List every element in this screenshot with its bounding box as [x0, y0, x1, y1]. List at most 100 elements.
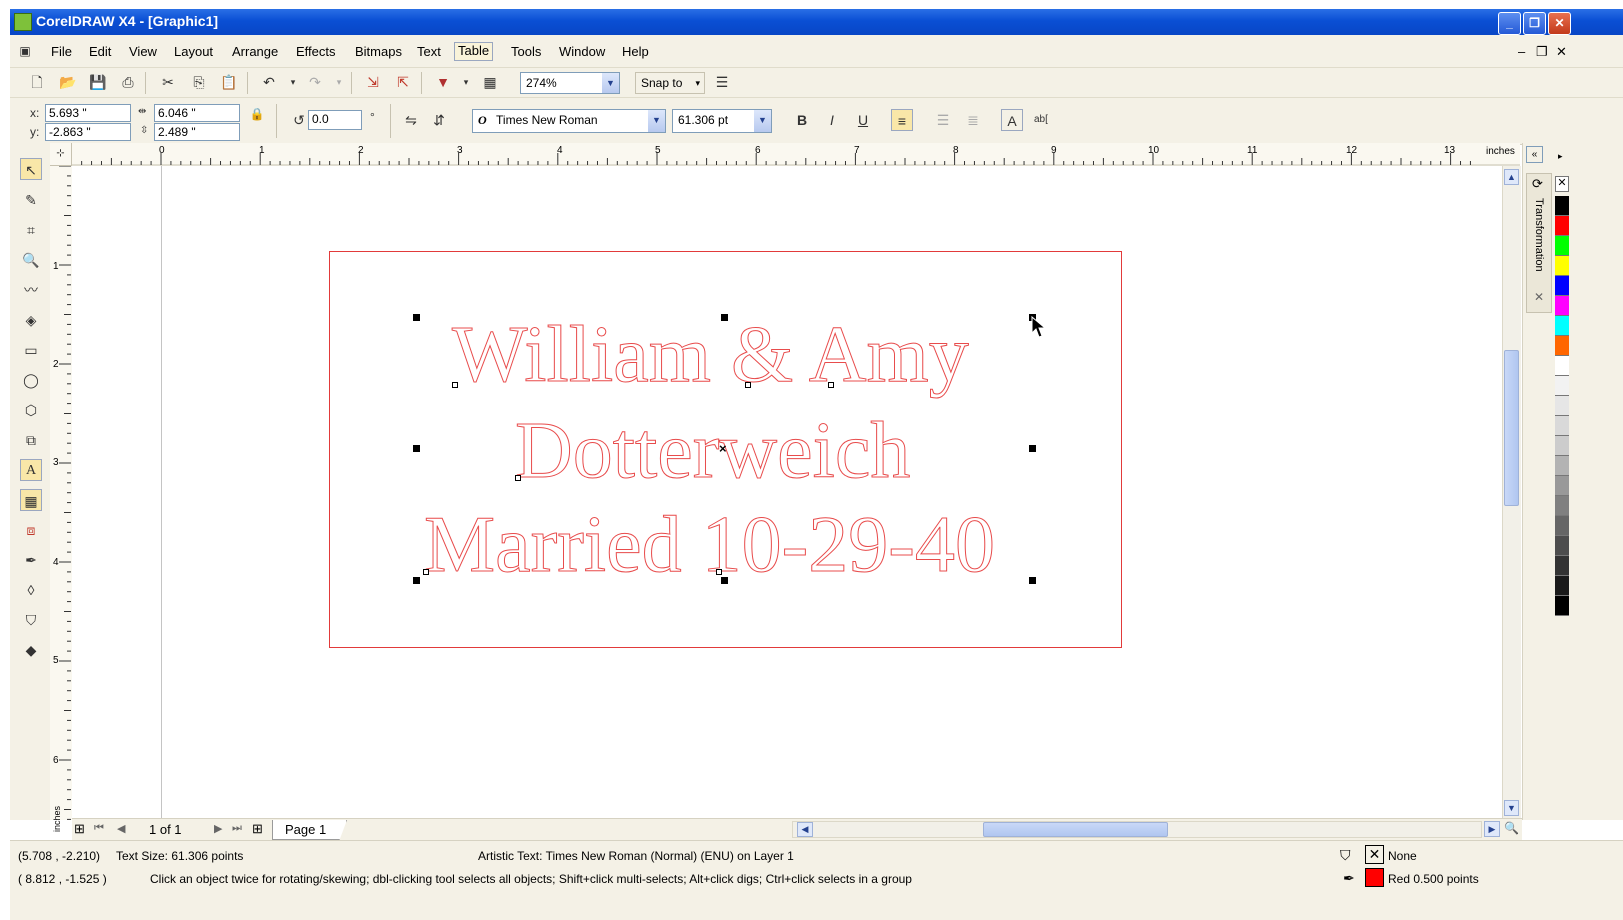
palette-color-swatch[interactable]	[1555, 596, 1569, 616]
basic-shapes-tool-icon[interactable]: ⧉	[20, 429, 42, 451]
rotation-angle-input[interactable]: 0.0	[308, 110, 362, 130]
last-page-icon[interactable]: ⏭	[232, 822, 242, 835]
text-node[interactable]	[515, 475, 521, 481]
add-page-after-icon[interactable]: ⊞	[252, 821, 263, 837]
palette-color-swatch[interactable]	[1555, 476, 1569, 496]
palette-color-swatch[interactable]	[1555, 276, 1569, 296]
launcher-dropdown-icon[interactable]: ▾	[455, 71, 477, 93]
palette-color-swatch[interactable]	[1555, 496, 1569, 516]
page-tab[interactable]: Page 1	[272, 820, 347, 840]
horizontal-alignment-icon[interactable]: ≡	[891, 109, 913, 131]
table-tool-icon[interactable]: ▦	[20, 489, 42, 511]
palette-color-swatch[interactable]	[1555, 416, 1569, 436]
palette-color-swatch[interactable]	[1555, 336, 1569, 356]
vertical-scroll-thumb[interactable]	[1504, 350, 1519, 506]
scroll-down-icon[interactable]: ▼	[1504, 800, 1519, 816]
font-list-combo[interactable]: O Times New Roman ▼	[472, 109, 666, 133]
previous-page-icon[interactable]: ◀	[117, 822, 125, 835]
ellipse-tool-icon[interactable]: ◯	[20, 369, 42, 391]
menu-arrange[interactable]: Arrange	[232, 44, 278, 59]
chevron-down-icon[interactable]: ▼	[754, 110, 771, 132]
copy-icon[interactable]: ⎘	[188, 71, 210, 93]
horizontal-scroll-thumb[interactable]	[983, 822, 1168, 837]
vertical-scrollbar[interactable]: ▲ ▼	[1502, 166, 1521, 820]
outline-color-swatch[interactable]	[1365, 868, 1384, 887]
crop-tool-icon[interactable]: ⌗	[20, 219, 42, 241]
doc-minimize-button[interactable]: –	[1518, 44, 1525, 59]
menu-text[interactable]: Text	[417, 44, 441, 59]
palette-color-swatch[interactable]	[1555, 576, 1569, 596]
text-line-william-amy[interactable]: William & Amy	[452, 310, 970, 401]
palette-color-swatch[interactable]	[1555, 376, 1569, 396]
text-node[interactable]	[423, 569, 429, 575]
coreldraw-app-icon[interactable]	[14, 13, 32, 31]
menu-file[interactable]: File	[51, 44, 72, 59]
palette-color-swatch[interactable]	[1555, 396, 1569, 416]
edit-text-icon[interactable]: A	[1001, 109, 1023, 131]
scroll-left-icon[interactable]: ◀	[797, 822, 813, 837]
palette-color-swatch[interactable]	[1555, 436, 1569, 456]
menu-bitmaps[interactable]: Bitmaps	[355, 44, 402, 59]
redo-icon[interactable]: ↷	[304, 71, 326, 93]
paste-icon[interactable]: 📋	[218, 71, 240, 93]
selection-handle-bottom-right[interactable]	[1029, 577, 1036, 584]
lock-ratio-icon[interactable]: 🔒	[246, 103, 268, 125]
scroll-up-icon[interactable]: ▲	[1504, 169, 1519, 185]
navigator-zoom-icon[interactable]: 🔍	[1504, 821, 1519, 835]
doc-restore-button[interactable]: ❐	[1536, 44, 1548, 60]
document-icon[interactable]: ▣	[14, 40, 36, 62]
palette-color-swatch[interactable]	[1555, 556, 1569, 576]
chevron-down-icon[interactable]: ▼	[602, 73, 619, 93]
menu-edit[interactable]: Edit	[89, 44, 111, 59]
selection-handle-top-left[interactable]	[413, 314, 420, 321]
menu-effects[interactable]: Effects	[296, 44, 336, 59]
text-tool-icon[interactable]: A	[20, 459, 42, 481]
close-docker-icon[interactable]: ✕	[1534, 290, 1544, 304]
rectangle-tool-icon[interactable]: ▭	[20, 339, 42, 361]
y-position-input[interactable]: -2.863 "	[45, 123, 131, 141]
undo-icon[interactable]: ↶	[258, 71, 280, 93]
polygon-tool-icon[interactable]: ⬡	[20, 399, 42, 421]
restore-button[interactable]: ❐	[1523, 12, 1546, 35]
open-icon[interactable]: 📂	[57, 71, 79, 93]
italic-icon[interactable]: I	[821, 109, 843, 131]
freehand-tool-icon[interactable]: 〰	[20, 279, 42, 301]
palette-color-swatch[interactable]	[1555, 356, 1569, 376]
eyedropper-tool-icon[interactable]: ✒	[20, 549, 42, 571]
close-button[interactable]: ✕	[1548, 12, 1571, 35]
text-line-dotterweich[interactable]: Dotterweich	[514, 406, 910, 497]
palette-color-swatch[interactable]	[1555, 236, 1569, 256]
selection-handle-right[interactable]	[1029, 445, 1036, 452]
width-input[interactable]: 6.046 "	[154, 104, 240, 122]
palette-color-swatch[interactable]	[1555, 516, 1569, 536]
save-icon[interactable]: 💾	[87, 71, 109, 93]
text-node[interactable]	[745, 382, 751, 388]
menu-table[interactable]: Table	[454, 42, 494, 61]
add-page-before-icon[interactable]: ⊞	[74, 821, 85, 837]
zoom-level-combo[interactable]: 274% ▼	[520, 72, 620, 94]
menu-help[interactable]: Help	[622, 44, 649, 59]
palette-color-swatch[interactable]	[1555, 316, 1569, 336]
mirror-vertical-icon[interactable]: ⇵	[428, 109, 450, 131]
print-icon[interactable]: ⎙	[117, 71, 139, 93]
horizontal-ruler[interactable]: 0 1 2 3 4 5 6 7 8 9 10 11 12 13 inches	[50, 143, 1520, 167]
interactive-blend-tool-icon[interactable]: ⧈	[20, 519, 42, 541]
first-page-icon[interactable]: ⏮	[94, 822, 104, 835]
bullet-list-icon[interactable]: ☰	[932, 109, 954, 131]
undo-dropdown-icon[interactable]: ▾	[282, 71, 304, 93]
snap-to-button[interactable]: Snap to ▾	[635, 72, 705, 94]
selection-handle-left[interactable]	[413, 445, 420, 452]
font-size-combo[interactable]: 61.306 pt ▼	[672, 109, 772, 133]
options-icon[interactable]: ☰	[711, 71, 733, 93]
text-node[interactable]	[828, 382, 834, 388]
new-document-icon[interactable]: 🗋	[26, 71, 48, 93]
menu-tools[interactable]: Tools	[511, 44, 541, 59]
mirror-horizontal-icon[interactable]: ⇋	[400, 109, 422, 131]
text-node[interactable]	[716, 569, 722, 575]
redo-dropdown-icon[interactable]: ▾	[328, 71, 350, 93]
bold-icon[interactable]: B	[791, 109, 813, 131]
underline-icon[interactable]: U	[852, 109, 874, 131]
selection-handle-top[interactable]	[721, 314, 728, 321]
ruler-origin-icon[interactable]: ⊹	[50, 143, 72, 166]
menu-layout[interactable]: Layout	[174, 44, 213, 59]
